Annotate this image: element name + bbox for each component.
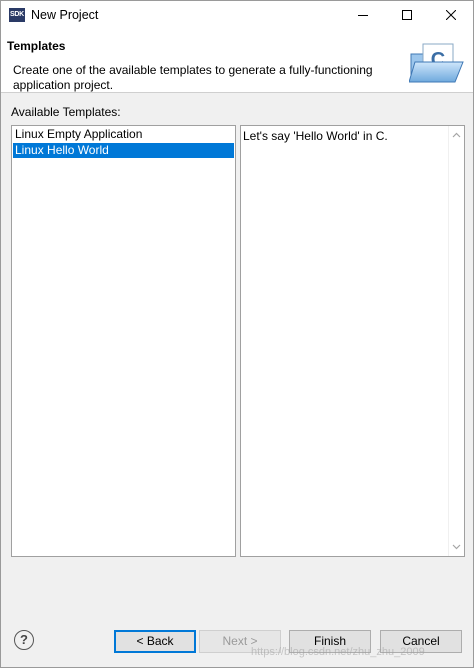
description-scrollbar[interactable] [448,126,464,556]
maximize-button[interactable] [385,1,429,30]
sdk-app-icon: SDK [9,8,25,22]
list-item-linux-empty-application[interactable]: Linux Empty Application [13,127,234,142]
scroll-down-icon[interactable] [452,542,461,551]
help-icon[interactable]: ? [14,630,34,650]
minimize-button[interactable] [341,1,385,30]
back-button[interactable]: < Back [114,630,196,653]
window-title: New Project [31,8,99,22]
close-button[interactable] [429,1,473,30]
list-item-linux-hello-world[interactable]: Linux Hello World [13,143,234,158]
page-title: Templates [7,39,66,53]
template-description-box: Let's say 'Hello World' in C. [240,125,465,557]
page-description: Create one of the available templates to… [13,63,373,92]
title-bar[interactable]: SDK New Project [1,1,473,30]
minimize-icon [358,15,368,16]
wizard-header: Templates Create one of the available te… [1,30,473,93]
new-project-dialog: SDK New Project Templates Create one of … [0,0,474,668]
template-description: Let's say 'Hello World' in C. [243,129,388,143]
templates-list[interactable]: Linux Empty Application Linux Hello Worl… [11,125,236,557]
close-icon [446,10,456,20]
c-project-folder-icon: C [409,43,464,83]
scroll-up-icon[interactable] [452,131,461,140]
available-templates-label: Available Templates: [11,105,121,119]
maximize-icon [402,10,412,20]
watermark: https://blog.csdn.net/zhu_zhu_2009 [251,646,425,658]
